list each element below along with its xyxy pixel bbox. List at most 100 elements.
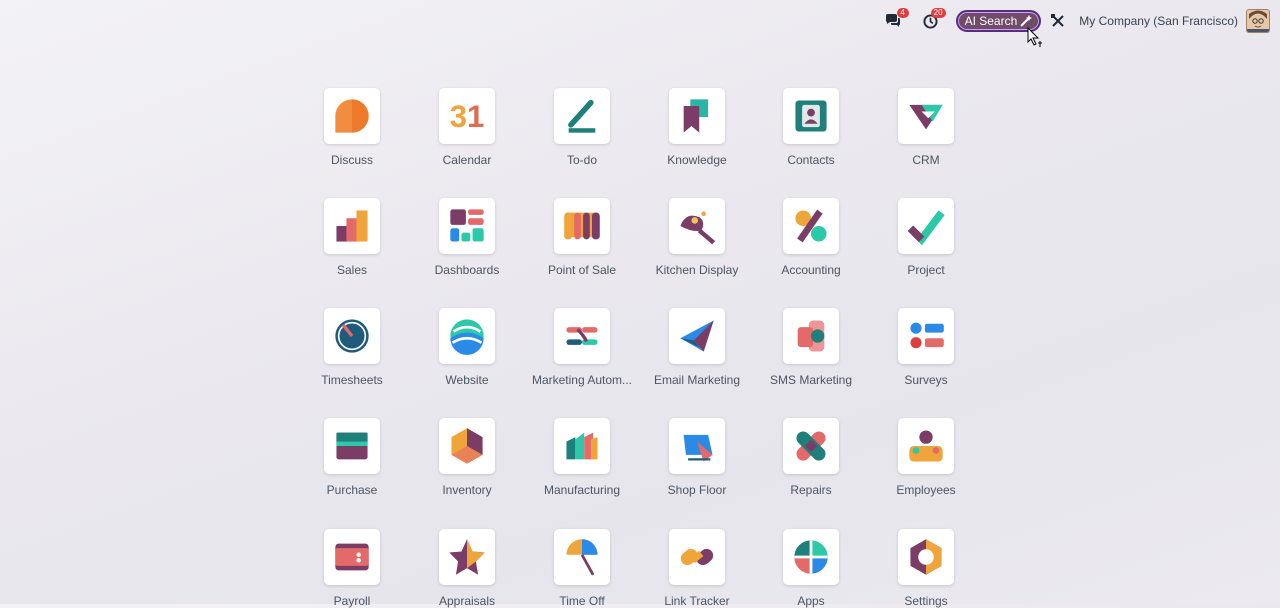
app-email-marketing[interactable]: Email Marketing [637,308,757,387]
app-appraisals[interactable]: Appraisals [407,529,527,608]
app-label: Appraisals [438,594,496,608]
messages-button[interactable]: 4 [885,8,909,28]
app-tile[interactable] [439,418,495,474]
user-avatar[interactable] [1246,9,1270,33]
app-tile[interactable] [554,529,610,585]
app-tile[interactable] [669,308,725,364]
app-tile[interactable] [554,88,610,144]
app-website[interactable]: Website [407,308,527,387]
app-label: Contacts [787,153,835,167]
dashboards-icon [450,209,484,242]
point-of-sale-icon [564,212,600,240]
app-label: Point of Sale [547,263,617,277]
app-sms-marketing[interactable]: SMS Marketing [751,308,871,387]
app-knowledge[interactable]: Knowledge [637,88,757,167]
magic-wand-icon [1020,15,1033,27]
timesheets-icon [335,319,369,353]
app-surveys[interactable]: Surveys [866,308,986,387]
app-tile[interactable] [783,308,839,364]
email-marketing-icon [680,320,714,352]
activities-button[interactable]: 20 [923,7,946,29]
app-tile[interactable] [324,198,380,254]
app-inventory[interactable]: Inventory [407,418,527,497]
app-tile[interactable] [439,308,495,364]
app-tile[interactable] [898,88,954,144]
top-navbar: 4 20 AI Search My Company (San Francisco… [0,0,1280,42]
app-tile[interactable] [783,88,839,144]
app-shop-floor[interactable]: Shop Floor [637,418,757,497]
app-tile[interactable] [669,198,725,254]
app-tile[interactable] [324,308,380,364]
app-label: Project [907,263,945,277]
calendar-icon: 31 [450,99,485,134]
app-kitchen-display[interactable]: Kitchen Display [637,198,757,277]
app-project[interactable]: Project [866,198,986,277]
debug-tools-button[interactable] [1051,14,1065,28]
app-label: Manufacturing [543,483,621,497]
app-label: Inventory [442,483,492,497]
app-tile[interactable] [324,529,380,585]
app-crm[interactable]: CRM [866,88,986,167]
app-apps[interactable]: Apps [751,529,871,608]
app-tile[interactable] [439,198,495,254]
app-timesheets[interactable]: Timesheets [292,308,412,387]
app-purchase[interactable]: Purchase [292,418,412,497]
app-sales[interactable]: Sales [292,198,412,277]
surveys-icon [910,322,944,349]
app-tile[interactable] [669,88,725,144]
app-label: Kitchen Display [655,263,739,277]
app-tile[interactable] [554,418,610,474]
employees-icon [909,430,943,462]
app-tile[interactable] [324,418,380,474]
app-label: Accounting [781,263,841,277]
app-tile[interactable] [898,198,954,254]
app-link-tracker[interactable]: Link Tracker [637,529,757,608]
activities-badge: 20 [930,7,946,18]
app-contacts[interactable]: Contacts [751,88,871,167]
status-strip [0,596,400,604]
app-tile[interactable] [898,418,954,474]
app-dashboards[interactable]: Dashboards [407,198,527,277]
app-label: To-do [566,153,598,167]
app-todo[interactable]: To-do [522,88,642,167]
link-tracker-icon [680,548,714,566]
crm-icon [909,104,943,130]
app-point-of-sale[interactable]: Point of Sale [522,198,642,277]
app-time-off[interactable]: Time Off [522,529,642,608]
app-label: Calendar [442,153,492,167]
app-tile[interactable] [669,529,725,585]
app-repairs[interactable]: Repairs [751,418,871,497]
app-tile[interactable] [898,529,954,585]
app-tile[interactable] [669,418,725,474]
knowledge-icon [683,99,709,133]
app-settings[interactable]: Settings [866,529,986,608]
apps-icon [794,540,828,574]
app-label: Repairs [790,483,832,497]
app-tile[interactable] [783,529,839,585]
app-tile[interactable] [554,198,610,254]
app-label: Apps [797,594,825,608]
app-tile[interactable] [324,88,380,144]
app-label: Timesheets [321,373,383,387]
purchase-icon [336,432,368,460]
todo-icon [568,99,596,133]
discuss-icon [335,99,369,133]
app-label: Employees [896,483,956,497]
app-label: Shop Floor [667,483,727,497]
app-employees[interactable]: Employees [866,418,986,497]
app-tile[interactable] [898,308,954,364]
appraisals-icon [449,539,485,575]
app-marketing-automation[interactable]: Marketing Autom... [522,308,642,387]
company-switcher[interactable]: My Company (San Francisco) [1079,14,1238,28]
app-tile[interactable] [783,418,839,474]
app-discuss[interactable]: Discuss [292,88,412,167]
app-calendar[interactable]: 31 Calendar [407,88,527,167]
repairs-icon [796,431,826,461]
app-manufacturing[interactable]: Manufacturing [522,418,642,497]
sms-marketing-icon [797,320,825,352]
app-tile[interactable] [439,529,495,585]
app-accounting[interactable]: Accounting [751,198,871,277]
app-tile[interactable] [783,198,839,254]
app-tile[interactable] [554,308,610,364]
app-tile[interactable]: 31 [439,88,495,144]
